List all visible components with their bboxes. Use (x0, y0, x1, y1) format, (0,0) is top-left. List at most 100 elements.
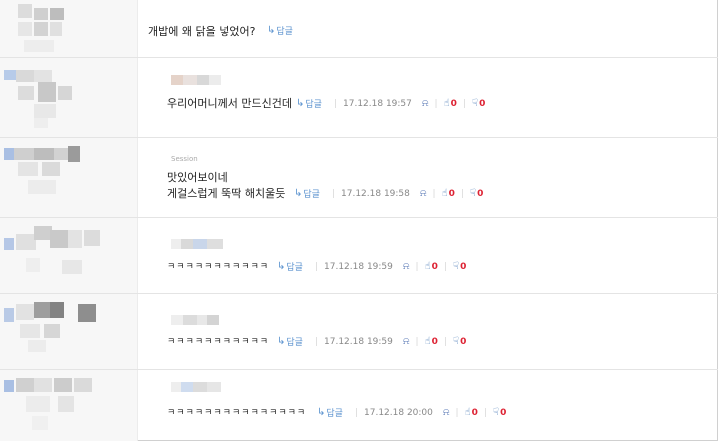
thumbs-up-icon: ☝ (443, 98, 450, 109)
thumbs-down-button[interactable]: ☟ 0 (472, 98, 485, 109)
reply-label: 답글 (305, 100, 322, 110)
comment-body: 우리어머니께서 만드신건데 ↳ 답글 | 17.12.18 19:57 ⍾ | ☝… (163, 58, 718, 137)
blurred-nickname (171, 75, 221, 85)
comment-body: Session 맛있어보이네 게걸스럽게 뚝딱 해치울듯 ↳ 답글 | 17.12… (163, 138, 718, 217)
author-column (0, 370, 138, 441)
thumbs-up-icon: ☝ (464, 407, 471, 418)
reply-link[interactable]: ↳ 답글 (296, 97, 322, 110)
comment-meta: ↳ 답글 | 17.12.18 19:59 ⍾ | ☝ 0 | ☟ 0 (277, 335, 467, 348)
comment-item: Session 맛있어보이네 게걸스럽게 뚝딱 해치울듯 ↳ 답글 | 17.12… (0, 138, 718, 218)
reply-arrow-icon: ↳ (296, 98, 305, 109)
comment-meta: ↳ 답글 | 17.12.18 20:00 ⍾ | ☝ 0 | ☟ 0 (317, 406, 507, 419)
thumbs-up-icon: ☝ (441, 188, 448, 199)
reply-label: 답글 (286, 263, 303, 273)
reply-arrow-icon: ↳ (277, 336, 286, 347)
thumbs-down-button[interactable]: ☟ 0 (453, 261, 466, 272)
comment-body: 개밥에 왜 닭을 넣었어? ↳ 답글 (148, 0, 718, 57)
bell-icon[interactable]: ⍾ (422, 98, 429, 109)
thumbs-up-button[interactable]: ☝ 0 (465, 407, 478, 418)
thumbs-up-icon: ☝ (424, 336, 431, 347)
blurred-author-avatar (4, 224, 104, 286)
comment-date: 17.12.18 19:59 (324, 261, 393, 272)
reply-label: 답글 (303, 190, 320, 200)
comment-item: ㅋㅋㅋㅋㅋㅋㅋㅋㅋㅋㅋ ↳ 답글 | 17.12.18 19:59 ⍾ | ☝ 0 … (0, 294, 718, 370)
comment-text: ㅋㅋㅋㅋㅋㅋㅋㅋㅋㅋㅋㅋㅋㅋㅋ (167, 408, 307, 418)
author-column (0, 0, 138, 57)
comment-body: ㅋㅋㅋㅋㅋㅋㅋㅋㅋㅋㅋ ↳ 답글 | 17.12.18 19:59 ⍾ | ☝ 0 … (163, 218, 718, 293)
comment-body: ㅋㅋㅋㅋㅋㅋㅋㅋㅋㅋㅋㅋㅋㅋㅋ ↳ 답글 | 17.12.18 20:00 ⍾ |… (163, 370, 718, 441)
comment-item: 우리어머니께서 만드신건데 ↳ 답글 | 17.12.18 19:57 ⍾ | ☝… (0, 58, 718, 138)
comment-text: ㅋㅋㅋㅋㅋㅋㅋㅋㅋㅋㅋ (167, 337, 270, 347)
comment-text: ㅋㅋㅋㅋㅋㅋㅋㅋㅋㅋㅋ (167, 262, 270, 272)
thumbs-up-button[interactable]: ☝ 0 (444, 98, 457, 109)
comment-date: 17.12.18 19:58 (341, 188, 410, 199)
blurred-author-avatar (4, 68, 84, 130)
reply-label: 답글 (286, 338, 303, 348)
bell-icon[interactable]: ⍾ (443, 407, 450, 418)
thumbs-down-icon: ☟ (452, 261, 460, 272)
like-count: 0 (448, 188, 455, 199)
thumbs-up-button[interactable]: ☝ 0 (442, 188, 455, 199)
reply-link[interactable]: ↳ 답글 (277, 335, 303, 348)
thumbs-down-icon: ☟ (452, 336, 460, 347)
reply-arrow-icon: ↳ (277, 261, 286, 272)
comment-text-line1: 맛있어보이네 (167, 171, 228, 184)
comment-list: 개밥에 왜 닭을 넣었어? ↳ 답글 우리어머니께서 만드신건데 ↳ 답글 | … (0, 0, 718, 441)
thumbs-down-button[interactable]: ☟ 0 (470, 188, 483, 199)
thumbs-up-button[interactable]: ☝ 0 (425, 261, 438, 272)
dislike-count: 0 (460, 336, 467, 347)
comment-meta: ↳ 답글 (267, 24, 299, 37)
comment-item: 개밥에 왜 닭을 넣었어? ↳ 답글 (0, 0, 718, 58)
comment-date: 17.12.18 20:00 (364, 407, 433, 418)
author-column (0, 218, 138, 293)
author-column (0, 294, 138, 369)
blurred-nickname (171, 315, 219, 325)
dislike-count: 0 (477, 188, 484, 199)
blurred-author-avatar (4, 376, 104, 436)
blurred-nickname (171, 382, 221, 392)
reply-arrow-icon: ↳ (317, 407, 326, 418)
like-count: 0 (431, 336, 438, 347)
comment-meta: ↳ 답글 | 17.12.18 19:57 ⍾ | ☝ 0 | ☟ 0 (296, 97, 486, 110)
nickname: Session (171, 155, 198, 163)
blurred-author-avatar (4, 146, 84, 208)
blurred-author-avatar (10, 4, 70, 54)
reply-label: 답글 (276, 27, 293, 37)
dislike-count: 0 (479, 98, 486, 109)
reply-arrow-icon: ↳ (267, 25, 276, 36)
thumbs-down-button[interactable]: ☟ 0 (453, 336, 466, 347)
comment-date: 17.12.18 19:59 (324, 336, 393, 347)
reply-link[interactable]: ↳ 답글 (294, 187, 320, 200)
comment-body: ㅋㅋㅋㅋㅋㅋㅋㅋㅋㅋㅋ ↳ 답글 | 17.12.18 19:59 ⍾ | ☝ 0 … (163, 294, 718, 369)
comment-text: 개밥에 왜 닭을 넣었어? (148, 25, 256, 38)
dislike-count: 0 (460, 261, 467, 272)
blurred-nickname (171, 239, 225, 249)
bell-icon[interactable]: ⍾ (403, 336, 410, 347)
thumbs-down-button[interactable]: ☟ 0 (493, 407, 506, 418)
thumbs-down-icon: ☟ (471, 98, 479, 109)
like-count: 0 (471, 407, 478, 418)
reply-label: 답글 (326, 409, 343, 419)
author-column (0, 58, 138, 137)
like-count: 0 (431, 261, 438, 272)
thumbs-up-icon: ☝ (424, 261, 431, 272)
dislike-count: 0 (500, 407, 507, 418)
bell-icon[interactable]: ⍾ (403, 261, 410, 272)
reply-arrow-icon: ↳ (294, 188, 303, 199)
reply-link[interactable]: ↳ 답글 (317, 406, 343, 419)
like-count: 0 (450, 98, 457, 109)
thumbs-down-icon: ☟ (492, 407, 500, 418)
thumbs-down-icon: ☟ (469, 188, 477, 199)
bell-icon[interactable]: ⍾ (420, 188, 427, 199)
comment-date: 17.12.18 19:57 (343, 98, 412, 109)
author-column (0, 138, 138, 217)
reply-link[interactable]: ↳ 답글 (267, 24, 293, 37)
comment-item: ㅋㅋㅋㅋㅋㅋㅋㅋㅋㅋㅋㅋㅋㅋㅋ ↳ 답글 | 17.12.18 20:00 ⍾ |… (0, 370, 718, 441)
comment-text: 게걸스럽게 뚝딱 해치울듯 (167, 187, 286, 200)
reply-link[interactable]: ↳ 답글 (277, 260, 303, 273)
thumbs-up-button[interactable]: ☝ 0 (425, 336, 438, 347)
comment-meta: ↳ 답글 | 17.12.18 19:58 ⍾ | ☝ 0 | ☟ 0 (294, 187, 484, 200)
comment-text: 우리어머니께서 만드신건데 (167, 97, 292, 110)
blurred-author-avatar (4, 300, 104, 362)
comment-item: ㅋㅋㅋㅋㅋㅋㅋㅋㅋㅋㅋ ↳ 답글 | 17.12.18 19:59 ⍾ | ☝ 0 … (0, 218, 718, 294)
